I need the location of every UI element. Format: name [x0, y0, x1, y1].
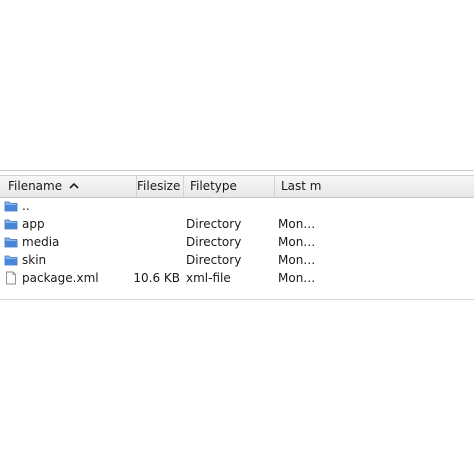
file-list-header: Filename Filesize Filetype Last m [0, 175, 474, 198]
column-header-last-modified-label: Last m [281, 179, 322, 193]
folder-icon [4, 219, 18, 230]
file-size [100, 233, 180, 251]
file-icon [6, 271, 16, 285]
file-list-panel: Filename Filesize Filetype Last m .. app… [0, 170, 474, 300]
file-size [100, 197, 180, 215]
folder-icon [4, 201, 18, 212]
file-type: Directory [186, 235, 242, 249]
file-row-package-xml[interactable]: package.xml 10.6 KB xml-file Mon… [0, 269, 474, 287]
file-size [100, 215, 180, 233]
column-header-filetype[interactable]: Filetype [184, 176, 275, 197]
column-header-filetype-label: Filetype [190, 179, 237, 193]
file-list: .. app Directory Mon… media Directory Mo… [0, 197, 474, 287]
folder-icon [4, 237, 18, 248]
file-row-media[interactable]: media Directory Mon… [0, 233, 474, 251]
folder-icon [4, 255, 18, 266]
file-date: Mon… [278, 235, 316, 249]
file-type [186, 197, 274, 215]
file-row-skin[interactable]: skin Directory Mon… [0, 251, 474, 269]
column-header-filename[interactable]: Filename [0, 176, 137, 197]
column-header-filesize[interactable]: Filesize [137, 176, 184, 197]
file-row-app[interactable]: app Directory Mon… [0, 215, 474, 233]
file-row-parent[interactable]: .. [0, 197, 474, 215]
chevron-up-icon [69, 182, 79, 189]
file-type: Directory [186, 253, 242, 267]
column-header-filesize-label: Filesize [137, 179, 181, 193]
file-date: Mon… [278, 271, 316, 285]
column-header-last-modified[interactable]: Last m [275, 176, 474, 197]
file-date: Mon… [278, 253, 316, 267]
column-header-filename-label: Filename [8, 179, 63, 193]
file-size [100, 251, 180, 269]
file-date [278, 197, 428, 215]
file-size: 10.6 KB [133, 271, 180, 285]
file-type: xml-file [186, 271, 231, 285]
file-date: Mon… [278, 217, 316, 231]
file-type: Directory [186, 217, 242, 231]
